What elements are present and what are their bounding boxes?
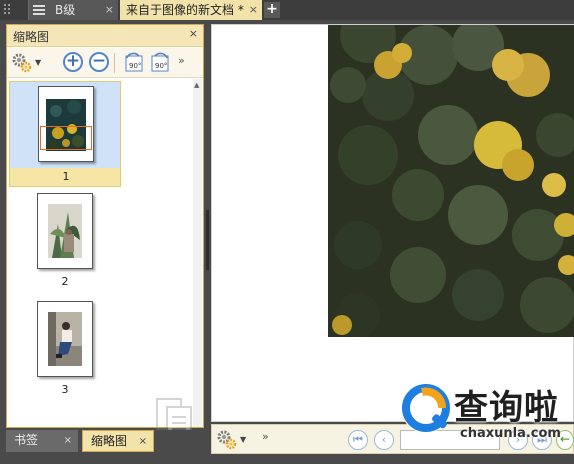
gear-icon bbox=[12, 53, 32, 73]
toolbar-divider bbox=[114, 53, 115, 73]
page-thumbnail bbox=[38, 86, 94, 162]
tab-new-document[interactable]: 来自于图像的新文档 * × bbox=[120, 0, 262, 20]
more-options-button[interactable]: » bbox=[262, 430, 269, 443]
tab-close-button[interactable]: × bbox=[64, 430, 72, 451]
rotate-left-icon: 90° bbox=[125, 52, 143, 72]
tab-bookmarks[interactable]: 书签 × bbox=[6, 430, 78, 452]
tab-close-button[interactable]: × bbox=[249, 0, 258, 20]
zoom-in-button[interactable]: + bbox=[63, 52, 83, 72]
viewport-indicator[interactable] bbox=[40, 126, 92, 150]
thumbnail-number: 1 bbox=[62, 170, 70, 183]
tab-bar: B级 × 来自于图像的新文档 * × + bbox=[0, 0, 574, 20]
thumbnail-item[interactable]: 1 bbox=[9, 81, 121, 187]
more-options-button[interactable]: » bbox=[178, 52, 190, 74]
panel-splitter[interactable] bbox=[205, 210, 210, 270]
thumbnail-item[interactable]: 3 bbox=[9, 299, 121, 399]
panel-tab-bar: 书签 × 缩略图 × bbox=[6, 430, 204, 452]
panel-toolbar: ▼ + − 90° 90° » bbox=[7, 48, 203, 78]
logo-domain: chaxunla.com bbox=[460, 426, 561, 441]
tab-document-b[interactable]: B级 × bbox=[28, 0, 118, 20]
page-thumbnail bbox=[37, 301, 93, 377]
tab-label: B级 bbox=[55, 3, 76, 17]
tab-label: 来自于图像的新文档 * bbox=[126, 3, 244, 17]
page-thumbnail bbox=[37, 193, 93, 269]
panel-close-button[interactable]: × bbox=[189, 27, 198, 40]
zoom-out-button[interactable]: − bbox=[89, 52, 109, 72]
person-photo-thumbnail bbox=[48, 312, 82, 366]
rotate-right-label: 90° bbox=[155, 62, 167, 70]
forest-aerial-photo bbox=[328, 25, 574, 337]
dropdown-arrow-icon: ▼ bbox=[35, 58, 42, 67]
thumbnails-panel: 缩略图 × ▼ + − 90° 90° » 1 2 3 ▲ bbox=[6, 24, 204, 438]
logo-text: 查询啦 bbox=[454, 388, 559, 428]
rotate-left-button[interactable]: 90° bbox=[123, 52, 145, 74]
dropdown-arrow-icon: ▼ bbox=[240, 435, 247, 444]
panel-title: 缩略图 bbox=[13, 30, 50, 44]
options-button[interactable]: ▼ bbox=[11, 52, 41, 74]
previous-page-button[interactable]: ‹ bbox=[374, 430, 394, 450]
rotate-left-label: 90° bbox=[129, 62, 141, 70]
thumbnail-number: 3 bbox=[61, 383, 69, 396]
grip-icon[interactable] bbox=[2, 2, 18, 18]
plant-photo-thumbnail bbox=[48, 204, 82, 258]
scroll-up-icon[interactable]: ▲ bbox=[194, 81, 199, 89]
site-logo: 查询啦 chaxunla.com bbox=[396, 378, 572, 448]
tab-label: 缩略图 bbox=[91, 434, 128, 448]
new-tab-button[interactable]: + bbox=[264, 2, 280, 18]
thumbnail-number: 2 bbox=[61, 275, 69, 288]
menu-lines-icon bbox=[33, 5, 45, 15]
rotate-right-icon: 90° bbox=[151, 52, 169, 72]
vertical-scrollbar[interactable]: ▲ bbox=[193, 79, 202, 427]
first-page-button[interactable]: ⏮ bbox=[348, 430, 368, 450]
view-options-button[interactable]: ▼ bbox=[216, 429, 246, 451]
tab-label: 书签 bbox=[14, 433, 39, 447]
thumbnail-item[interactable]: 2 bbox=[9, 191, 121, 291]
gear-icon bbox=[217, 430, 237, 450]
thumbnail-list: 1 2 3 bbox=[7, 79, 193, 427]
tab-thumbnails[interactable]: 缩略图 × bbox=[82, 430, 154, 452]
tab-close-button[interactable]: × bbox=[105, 0, 114, 20]
rotate-right-button[interactable]: 90° bbox=[149, 52, 171, 74]
tab-close-button[interactable]: × bbox=[139, 431, 147, 452]
logo-q-icon bbox=[401, 383, 451, 433]
document-view[interactable] bbox=[211, 24, 574, 422]
panel-header: 缩略图 × bbox=[7, 25, 203, 47]
